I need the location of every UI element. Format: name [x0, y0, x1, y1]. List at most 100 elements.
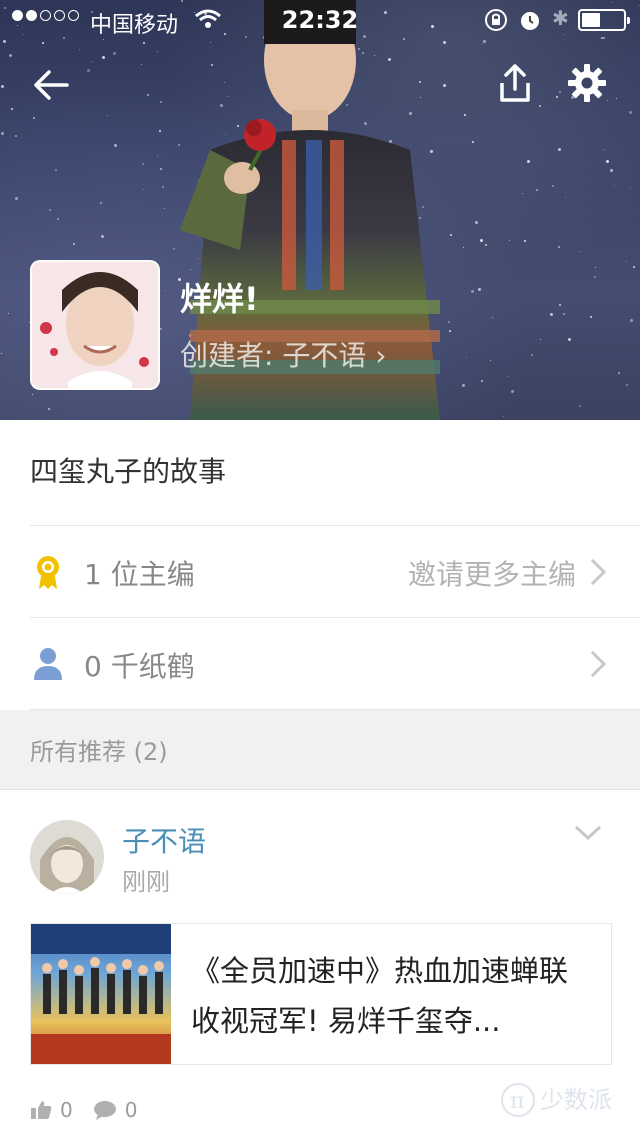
star	[503, 416, 504, 417]
star	[11, 108, 13, 110]
star	[159, 130, 161, 132]
star	[614, 185, 615, 186]
star	[616, 98, 617, 99]
expand-button[interactable]	[570, 818, 606, 848]
star	[509, 240, 510, 241]
star	[463, 247, 464, 248]
star	[87, 69, 90, 72]
star	[107, 115, 108, 116]
star	[147, 94, 149, 96]
star	[450, 234, 452, 236]
star	[630, 187, 631, 188]
star	[141, 64, 142, 65]
collection-thumbnail[interactable]	[30, 260, 160, 390]
invite-editors-link[interactable]: 邀请更多主编	[408, 553, 576, 593]
bluetooth-icon: ✱	[552, 6, 569, 30]
back-button[interactable]	[26, 60, 76, 110]
star	[73, 243, 75, 245]
thumbs-up-icon	[31, 1101, 52, 1119]
clock: 22:32	[281, 6, 359, 34]
star	[626, 261, 627, 262]
star	[527, 160, 530, 163]
star	[3, 40, 6, 43]
collection-title: 烊烊!	[180, 280, 259, 318]
star	[32, 394, 33, 395]
star	[522, 193, 523, 194]
share-button[interactable]	[490, 58, 540, 108]
post-actions: 0 0	[30, 1098, 137, 1122]
star	[1, 132, 4, 135]
star	[565, 197, 566, 198]
followers-row[interactable]: 0 千纸鹤	[0, 618, 640, 710]
star	[480, 239, 483, 242]
svg-text:少数派: 少数派	[540, 1086, 612, 1114]
star	[33, 117, 35, 119]
article-thumbnail	[31, 924, 171, 1064]
star	[462, 384, 465, 387]
share-icon	[500, 64, 530, 102]
recommendations-header: 所有推荐 (2)	[30, 738, 168, 766]
article-card[interactable]: 《全员加速中》热血加速蝉联收视冠军! 易烊千玺夺...	[30, 923, 612, 1065]
star	[162, 186, 164, 188]
star	[626, 384, 628, 386]
rotation-lock-icon	[485, 9, 507, 31]
star	[540, 339, 541, 340]
collection-thumbnail-image	[32, 262, 158, 388]
star	[490, 360, 491, 361]
star	[466, 357, 467, 358]
star	[511, 390, 514, 393]
star	[15, 197, 18, 200]
star	[165, 290, 166, 291]
star	[8, 313, 9, 314]
star	[9, 54, 12, 57]
star	[114, 144, 117, 147]
like-button[interactable]: 0	[30, 1098, 73, 1122]
star	[48, 408, 50, 410]
article-thumbnail-image	[31, 924, 171, 1064]
author-name[interactable]: 子不语	[122, 820, 206, 860]
star	[102, 56, 105, 59]
star	[536, 189, 538, 191]
star	[558, 246, 560, 248]
star	[492, 317, 493, 318]
star	[92, 61, 93, 62]
star	[164, 208, 165, 209]
star	[559, 91, 561, 93]
star	[580, 251, 581, 252]
battery-icon	[578, 9, 630, 31]
star	[524, 240, 526, 242]
star	[464, 114, 466, 116]
star	[552, 185, 554, 187]
star	[160, 168, 162, 170]
star	[485, 244, 487, 246]
creator-link[interactable]: 创建者: 子不语 ›	[180, 334, 386, 374]
watermark-logo-image: π 少数派	[501, 1083, 612, 1117]
arrow-left-icon	[34, 70, 69, 100]
star	[478, 288, 481, 291]
star	[1, 353, 2, 354]
star	[472, 141, 474, 143]
star	[142, 163, 144, 165]
star	[482, 43, 483, 44]
star	[49, 209, 51, 211]
star	[101, 235, 104, 238]
star	[157, 156, 158, 157]
star	[595, 267, 596, 268]
chevron-down-icon	[574, 825, 602, 841]
star	[157, 51, 158, 52]
star	[160, 328, 162, 330]
settings-button[interactable]	[562, 58, 612, 108]
star	[160, 101, 162, 103]
star	[558, 148, 561, 151]
star	[143, 42, 145, 44]
avatar[interactable]	[30, 820, 104, 894]
star	[550, 313, 553, 316]
star	[559, 304, 561, 306]
star	[15, 135, 17, 137]
star	[481, 380, 483, 382]
status-bar: 中国移动 22:32 ✱	[0, 0, 640, 40]
comment-button[interactable]: 0	[93, 1098, 137, 1122]
svg-text:π: π	[510, 1089, 524, 1114]
editors-row[interactable]: 1 位主编 邀请更多主编	[0, 526, 640, 618]
gear-icon	[568, 64, 606, 102]
